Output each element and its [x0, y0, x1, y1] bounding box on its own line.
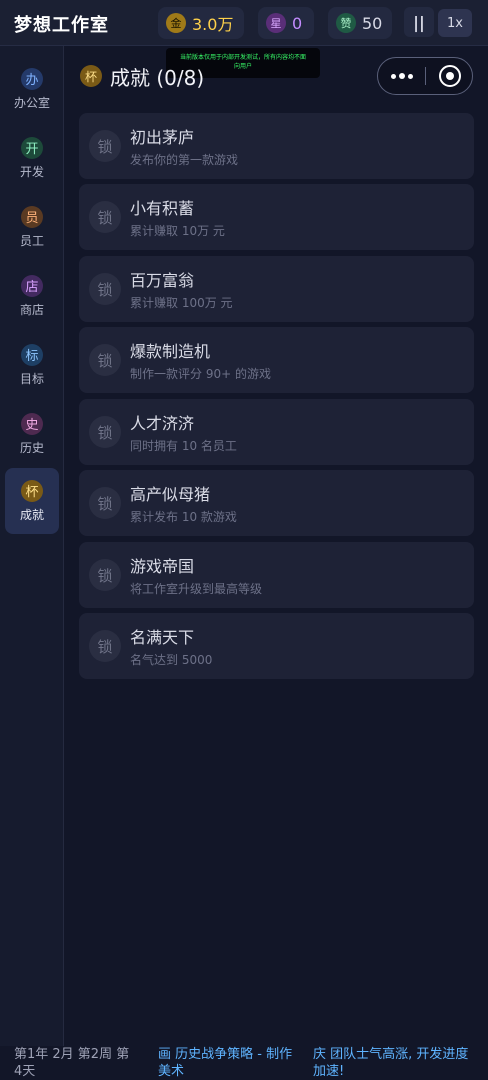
sidebar-item-label: 办公室 — [13, 95, 50, 110]
like-value: 50 — [362, 13, 383, 33]
gold-value: 3.0万 — [192, 15, 234, 34]
sidebar-item-label: 商店 — [19, 302, 44, 317]
miniprogram-capsule — [377, 57, 473, 95]
achievement-card[interactable]: 锁 爆款制造机 制作一款评分 90+ 的游戏 — [79, 327, 474, 393]
star-icon: 星 — [266, 13, 286, 33]
achievement-desc: 名气达到 5000 — [130, 653, 213, 667]
sidebar-item-goals[interactable]: 标 目标 — [5, 333, 59, 397]
like-icon: 赞 — [336, 13, 356, 33]
sidebar-item-shop[interactable]: 店 商店 — [5, 264, 59, 328]
banner-line-1: 当前版本仅用于内部开发测试，所有内容均不面 — [179, 54, 306, 61]
pause-button[interactable]: || — [404, 7, 434, 37]
like-counter: 赞 50 — [328, 7, 392, 39]
achievement-card[interactable]: 锁 人才济济 同时拥有 10 名员工 — [79, 399, 474, 465]
history-icon: 史 — [21, 412, 43, 435]
sidebar-item-office[interactable]: 办 办公室 — [5, 57, 59, 121]
sidebar-item-label: 历史 — [19, 440, 44, 455]
achievement-title: 人才济济 — [130, 414, 195, 433]
achievement-title: 爆款制造机 — [130, 342, 211, 361]
trophy-icon: 杯 — [21, 479, 43, 502]
achievement-title: 游戏帝国 — [130, 557, 195, 576]
game-date: 第1年 2月 第2周 第4天 — [14, 1047, 130, 1079]
lock-icon: 锁 — [89, 559, 121, 591]
shop-icon: 店 — [21, 274, 43, 297]
achievement-card[interactable]: 锁 小有积蓄 累计赚取 10万 元 — [79, 184, 474, 250]
achievement-title: 百万富翁 — [130, 271, 195, 290]
lock-icon: 锁 — [89, 344, 121, 376]
star-counter: 星 0 — [258, 7, 314, 39]
gold-coin-icon: 金 — [166, 13, 186, 33]
star-value: 0 — [292, 13, 303, 33]
lock-icon: 锁 — [89, 201, 121, 233]
sidebar-item-label: 成就 — [19, 507, 44, 522]
goals-icon: 标 — [21, 343, 43, 366]
achievement-card[interactable]: 锁 游戏帝国 将工作室升级到最高等级 — [79, 542, 474, 608]
develop-icon: 开 — [21, 136, 43, 159]
sidebar: 办 办公室 开 开发 员 员工 店 商店 标 目标 史 历史 杯 成就 — [0, 46, 64, 1046]
lock-icon: 锁 — [89, 487, 121, 519]
achievement-desc: 累计赚取 100万 元 — [130, 296, 233, 310]
achievement-desc: 制作一款评分 90+ 的游戏 — [130, 367, 271, 381]
office-icon: 办 — [21, 67, 43, 90]
page-trophy-icon: 杯 — [80, 65, 102, 87]
staff-icon: 员 — [21, 205, 43, 228]
gold-counter: 金 3.0万 — [158, 7, 244, 39]
achievement-desc: 将工作室升级到最高等级 — [130, 582, 263, 596]
sidebar-item-label: 目标 — [19, 371, 44, 386]
achievement-card[interactable]: 锁 初出茅庐 发布你的第一款游戏 — [79, 113, 474, 179]
app-title: 梦想工作室 — [14, 15, 109, 36]
sidebar-item-staff[interactable]: 员 员工 — [5, 195, 59, 259]
news-item-morale: 庆 团队士气高涨, 开发进度加速! — [313, 1047, 469, 1079]
sidebar-item-develop[interactable]: 开 开发 — [5, 126, 59, 190]
news-item-art: 画 历史战争策略 - 制作美术 — [158, 1047, 293, 1079]
speed-button[interactable]: 1x — [438, 9, 472, 37]
achievement-title: 名满天下 — [130, 628, 195, 647]
sidebar-item-history[interactable]: 史 历史 — [5, 402, 59, 466]
status-footer: 第1年 2月 第2周 第4天 画 历史战争策略 - 制作美术 庆 团队士气高涨,… — [0, 1046, 488, 1080]
sidebar-item-label: 员工 — [19, 233, 44, 248]
achievement-title: 小有积蓄 — [130, 199, 195, 218]
lock-icon: 锁 — [89, 416, 121, 448]
achievement-card[interactable]: 锁 名满天下 名气达到 5000 — [79, 613, 474, 679]
capsule-divider — [425, 67, 426, 85]
achievement-title: 高产似母猪 — [130, 485, 211, 504]
achievement-card[interactable]: 锁 高产似母猪 累计发布 10 款游戏 — [79, 470, 474, 536]
achievement-desc: 发布你的第一款游戏 — [130, 153, 239, 167]
achievement-card[interactable]: 锁 百万富翁 累计赚取 100万 元 — [79, 256, 474, 322]
lock-icon: 锁 — [89, 273, 121, 305]
lock-icon: 锁 — [89, 630, 121, 662]
page-title: 成就 (0/8) — [110, 66, 205, 90]
close-target-icon[interactable] — [439, 65, 461, 87]
more-options-icon[interactable] — [390, 65, 414, 87]
top-bar: 梦想工作室 金 3.0万 星 0 赞 50 || 1x — [0, 0, 488, 46]
achievement-desc: 累计赚取 10万 元 — [130, 224, 225, 238]
achievement-desc: 累计发布 10 款游戏 — [130, 510, 237, 524]
achievement-title: 初出茅庐 — [130, 128, 195, 147]
achievement-desc: 同时拥有 10 名员工 — [130, 439, 237, 453]
sidebar-item-label: 开发 — [19, 164, 44, 179]
lock-icon: 锁 — [89, 130, 121, 162]
sidebar-item-achievements[interactable]: 杯 成就 — [5, 468, 59, 534]
